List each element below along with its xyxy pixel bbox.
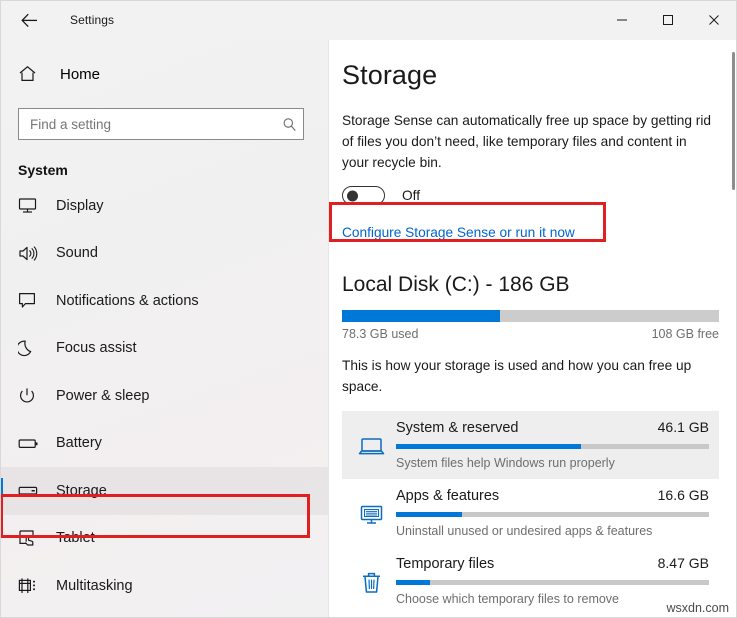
moon-icon xyxy=(18,339,44,357)
sidebar-item-label: Sound xyxy=(56,245,98,261)
sidebar-item-power-sleep[interactable]: Power & sleep xyxy=(0,372,328,420)
window-title: Settings xyxy=(70,13,114,27)
sidebar-item-sound[interactable]: Sound xyxy=(0,230,328,278)
sidebar-item-tablet[interactable]: Tablet xyxy=(0,515,328,563)
desktop-apps-icon xyxy=(350,487,392,538)
storage-category-bar xyxy=(396,512,709,517)
storage-category-name: Apps & features xyxy=(396,488,499,504)
storage-category-name: Temporary files xyxy=(396,556,494,572)
disk-usage-bar xyxy=(342,310,719,322)
multitasking-icon xyxy=(18,577,44,595)
search-box[interactable] xyxy=(18,108,304,140)
storage-sense-toggle-state: Off xyxy=(402,188,420,203)
sidebar-item-notifications[interactable]: Notifications & actions xyxy=(0,277,328,325)
sidebar-home-label: Home xyxy=(60,66,100,83)
storage-category-bar-fill xyxy=(396,444,581,449)
tablet-hand-icon xyxy=(18,529,44,547)
disk-usage-description: This is how your storage is used and how… xyxy=(342,355,702,397)
drive-icon xyxy=(18,484,44,497)
close-button[interactable] xyxy=(691,0,737,40)
disk-free-label: 108 GB free xyxy=(652,327,719,341)
monitor-icon xyxy=(18,197,44,214)
storage-category-bar-fill xyxy=(396,580,430,585)
storage-category-subtitle: Uninstall unused or undesired apps & fea… xyxy=(396,524,709,538)
toggle-knob xyxy=(347,190,358,201)
disk-used-label: 78.3 GB used xyxy=(342,327,418,341)
sidebar-item-focus-assist[interactable]: Focus assist xyxy=(0,325,328,373)
sidebar-item-label: Battery xyxy=(56,435,102,451)
sidebar-item-label: Display xyxy=(56,198,104,214)
sidebar-item-label: Notifications & actions xyxy=(56,293,199,309)
storage-category-bar xyxy=(396,444,709,449)
sidebar-item-label: Storage xyxy=(56,483,107,499)
back-button[interactable] xyxy=(6,4,52,36)
watermark: wsxdn.com xyxy=(664,601,731,615)
window-controls xyxy=(599,0,737,40)
storage-sense-toggle-row: Off xyxy=(342,186,719,205)
sidebar-item-label: Tablet xyxy=(56,530,95,546)
storage-category-list: System & reserved 46.1 GB System files h… xyxy=(342,411,719,615)
sidebar: Home System xyxy=(0,40,329,618)
sidebar-item-display[interactable]: Display xyxy=(0,182,328,230)
battery-icon xyxy=(18,437,44,450)
sidebar-item-label: Focus assist xyxy=(56,340,137,356)
storage-category-size: 8.47 GB xyxy=(648,555,709,571)
storage-sense-toggle[interactable] xyxy=(342,186,385,205)
main-content: Storage Storage Sense can automatically … xyxy=(329,40,737,618)
sidebar-item-battery[interactable]: Battery xyxy=(0,420,328,468)
sidebar-item-label: Multitasking xyxy=(56,578,133,594)
storage-category-subtitle: System files help Windows run properly xyxy=(396,456,709,470)
storage-category-row[interactable]: System & reserved 46.1 GB System files h… xyxy=(342,411,719,479)
speaker-icon xyxy=(18,245,44,262)
power-icon xyxy=(18,387,44,405)
storage-category-bar-fill xyxy=(396,512,462,517)
minimize-icon xyxy=(616,14,628,26)
search-icon[interactable] xyxy=(275,117,303,132)
local-disk-title: Local Disk (C:) - 186 GB xyxy=(342,273,719,297)
storage-category-bar xyxy=(396,580,709,585)
back-arrow-icon xyxy=(21,13,38,28)
notification-icon xyxy=(18,292,44,309)
storage-category-name: System & reserved xyxy=(396,420,519,436)
disk-usage-legend: 78.3 GB used 108 GB free xyxy=(342,327,719,341)
search-input[interactable] xyxy=(19,109,275,139)
main-scrollbar[interactable] xyxy=(731,40,737,618)
title-bar: Settings xyxy=(0,0,737,40)
sidebar-item-multitasking[interactable]: Multitasking xyxy=(0,562,328,610)
storage-category-row[interactable]: Apps & features 16.6 GB Uninstall unused… xyxy=(342,479,719,547)
storage-sense-description: Storage Sense can automatically free up … xyxy=(342,110,712,173)
sidebar-nav-list: Display Sound xyxy=(0,182,328,610)
home-icon xyxy=(18,65,48,83)
sidebar-item-storage[interactable]: Storage xyxy=(0,467,328,515)
close-icon xyxy=(708,14,720,26)
storage-category-size: 46.1 GB xyxy=(648,419,709,435)
maximize-icon xyxy=(662,14,674,26)
sidebar-item-home[interactable]: Home xyxy=(0,54,328,94)
scrollbar-thumb[interactable] xyxy=(732,52,735,190)
storage-category-subtitle: Choose which temporary files to remove xyxy=(396,592,709,606)
settings-window: Settings xyxy=(0,0,737,618)
sidebar-section-title: System xyxy=(0,162,328,178)
page-title: Storage xyxy=(342,60,719,91)
laptop-icon xyxy=(350,419,392,470)
minimize-button[interactable] xyxy=(599,0,645,40)
disk-usage-fill xyxy=(342,310,500,322)
configure-storage-sense-link[interactable]: Configure Storage Sense or run it now xyxy=(342,225,575,240)
storage-category-size: 16.6 GB xyxy=(648,487,709,503)
trash-icon xyxy=(350,555,392,606)
sidebar-item-label: Power & sleep xyxy=(56,388,150,404)
maximize-button[interactable] xyxy=(645,0,691,40)
storage-category-row[interactable]: Temporary files 8.47 GB Choose which tem… xyxy=(342,547,719,615)
